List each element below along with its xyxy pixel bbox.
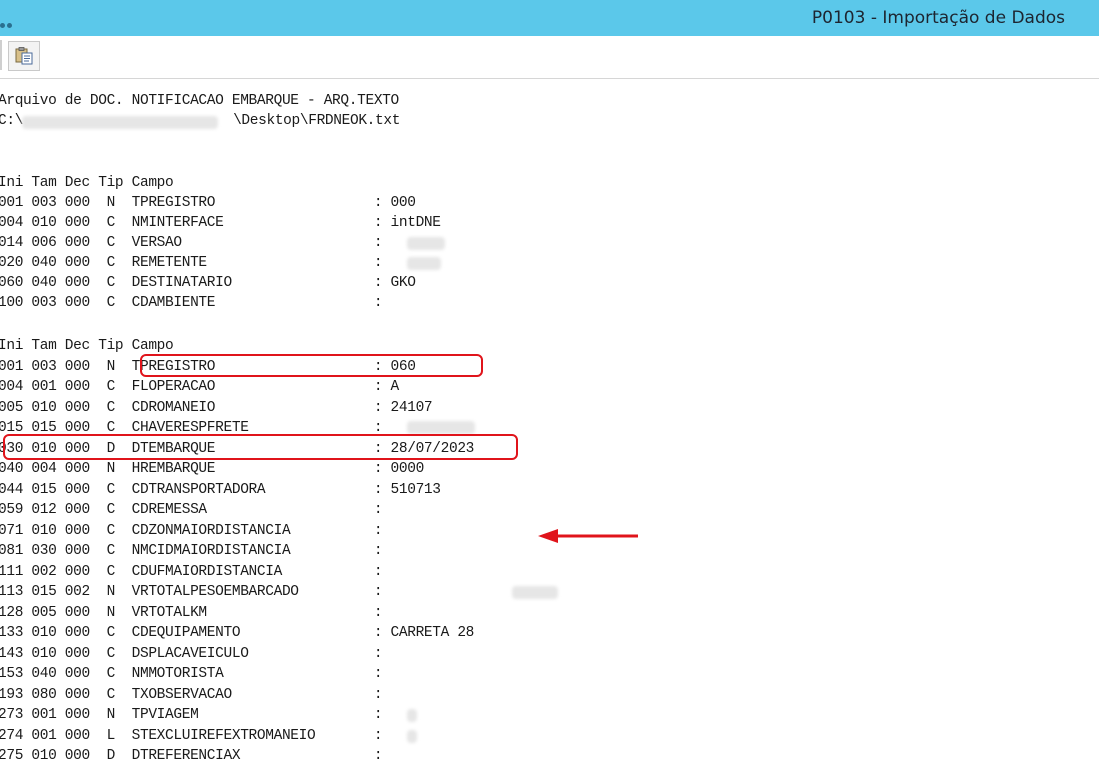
title-bar: P0103 - Importação de Dados [0,0,1099,36]
table-row: 014 006 000 C VERSAO : [0,235,383,251]
redacted-value [407,709,417,722]
table-row: 044 015 000 C CDTRANSPORTADORA : 510713 [0,482,441,498]
table-row: 040 004 000 N HREMBARQUE : 0000 [0,461,424,477]
highlight-dtembarque [3,434,518,460]
redacted-value [407,237,445,250]
table-row: 128 005 000 N VRTOTALKM : [0,605,383,621]
redacted-value [407,421,475,434]
table-row: 001 003 000 N TPREGISTRO : 000 [0,195,416,211]
table-row: 060 040 000 C DESTINATARIO : GKO [0,275,416,291]
window-menu-dots-icon[interactable] [0,13,14,32]
redacted-value [512,586,558,599]
file-type-line: Arquivo de DOC. NOTIFICACAO EMBARQUE - A… [0,93,399,109]
table-row: 071 010 000 C CDZONMAIORDISTANCIA : [0,523,383,539]
redacted-value [407,257,441,270]
copy-button[interactable] [8,41,40,71]
table-row: 113 015 002 N VRTOTALPESOEMBARCADO : [0,584,383,600]
redacted-value [407,730,417,743]
table-row: 004 001 000 C FLOPERACAO : A [0,379,399,395]
table-row: 153 040 000 C NMMOTORISTA : [0,666,383,682]
redacted-path [22,116,218,129]
copy-clipboard-icon [15,47,33,65]
table-row: 273 001 000 N TPVIAGEM : [0,707,383,723]
section1-heading: Ini Tam Dec Tip Campo [0,175,174,191]
table-row: 100 003 000 C CDAMBIENTE : [0,295,383,311]
section2-heading: Ini Tam Dec Tip Campo [0,338,174,354]
table-row: 133 010 000 C CDEQUIPAMENTO : CARRETA 28 [0,625,475,641]
table-row: 275 010 000 D DTREFERENCIAX : [0,748,383,764]
table-row: 081 030 000 C NMCIDMAIORDISTANCIA : [0,543,383,559]
highlight-tpregistro [140,354,483,377]
toolbar [0,36,1099,79]
toolbar-separator [0,40,2,70]
table-row: 059 012 000 C CDREMESSA : [0,502,383,518]
table-row: 004 010 000 C NMINTERFACE : intDNE [0,215,441,231]
path-suffix: \Desktop\FRDNEOK.txt [233,113,401,129]
arrow-left-icon [538,529,638,543]
table-row: 111 002 000 C CDUFMAIORDISTANCIA : [0,564,383,580]
path-prefix: C:\ [0,113,24,129]
table-row: 143 010 000 C DSPLACAVEICULO : [0,646,383,662]
table-row: 193 080 000 C TXOBSERVACAO : [0,687,383,703]
text-viewer[interactable]: Arquivo de DOC. NOTIFICACAO EMBARQUE - A… [0,80,1099,783]
table-row: 020 040 000 C REMETENTE : [0,255,383,271]
table-row: 005 010 000 C CDROMANEIO : 24107 [0,400,433,416]
table-row: 274 001 000 L STEXCLUIREFEXTROMANEIO : [0,728,383,744]
window-title: P0103 - Importação de Dados [811,8,1065,28]
